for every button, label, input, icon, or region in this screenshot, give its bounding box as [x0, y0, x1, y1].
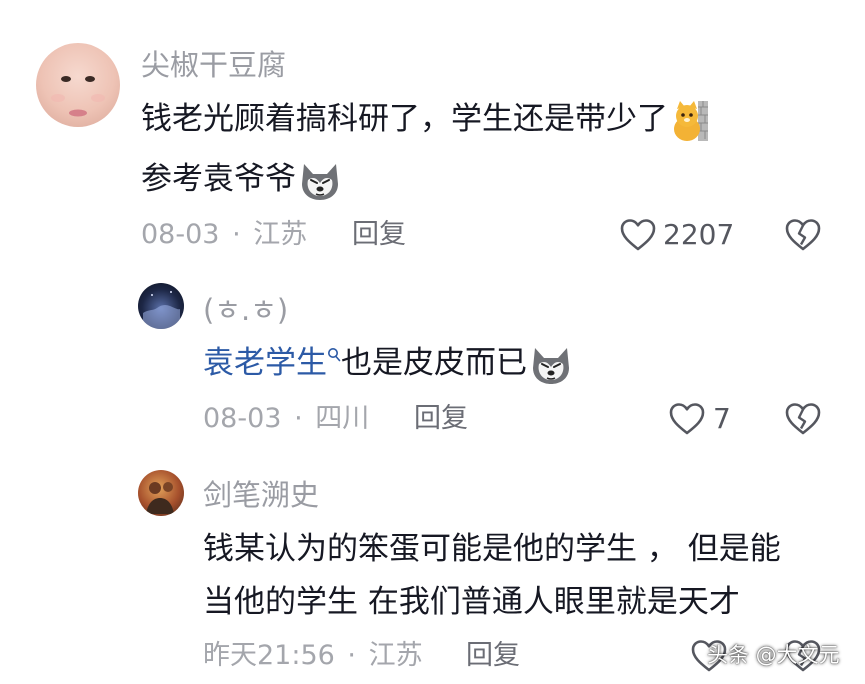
comment-text-line-1: 钱某认为的笨蛋可能是他的学生 ， 但是能	[203, 531, 781, 567]
like-count: 2207	[663, 218, 735, 251]
comment-text: 也是皮皮而已	[341, 345, 527, 381]
comment-meta: 08-03 · 江苏	[141, 218, 307, 252]
comment-1: 尖椒干豆腐 钱老光顾着搞科研了，学生还是带少了 参考袁爷爷 08-03 · 江苏…	[0, 0, 865, 270]
meta-separator: ·	[347, 640, 356, 671]
reply-button[interactable]: 回复	[352, 218, 406, 252]
comment-text-line-2: 当他的学生 在我们普通人眼里就是天才	[203, 584, 740, 620]
heart-icon	[620, 219, 656, 251]
mention-link[interactable]: 袁老学生	[203, 345, 327, 381]
child-face-icon	[51, 76, 105, 117]
comment-location: 江苏	[253, 219, 308, 250]
historical-figures-icon	[146, 482, 174, 514]
comment-text-line-1: 钱老光顾着搞科研了，学生还是带少了	[141, 91, 710, 147]
username[interactable]: 尖椒干豆腐	[141, 47, 286, 83]
comment-meta: 08-03 · 四川	[203, 402, 369, 436]
avatar[interactable]	[138, 283, 184, 329]
username[interactable]: (ㅎ.ㅎ)	[203, 292, 288, 328]
comment-text: 钱老光顾着搞科研了，学生还是带少了	[141, 101, 668, 137]
meta-separator: ·	[294, 403, 303, 434]
comment-location: 四川	[315, 403, 370, 434]
avatar[interactable]	[36, 43, 120, 127]
comment-date: 08-03	[141, 219, 220, 250]
night-sky-icon	[143, 291, 180, 329]
reply-button[interactable]: 回复	[414, 402, 468, 436]
comment-date: 昨天21:56	[203, 640, 335, 671]
search-icon[interactable]	[327, 347, 341, 363]
dislike-broken-heart-icon[interactable]	[784, 217, 822, 253]
comment-location: 江苏	[368, 640, 423, 671]
avatar[interactable]	[138, 470, 184, 516]
comment-text: 参考袁爷爷	[141, 161, 296, 197]
comment-meta: 昨天21:56 · 江苏	[203, 639, 423, 673]
husky-emoji-icon	[529, 344, 573, 386]
husky-emoji-icon	[298, 160, 342, 202]
dislike-broken-heart-icon[interactable]	[784, 401, 822, 437]
watermark: 头条 @大文元	[707, 643, 840, 667]
reply-comment-1: (ㅎ.ㅎ) 袁老学生 也是皮皮而已 08-03 · 四川 回复 7	[0, 270, 865, 450]
meta-separator: ·	[232, 219, 241, 250]
heart-icon	[669, 403, 705, 435]
comment-text-line-2: 参考袁爷爷	[141, 151, 342, 207]
cat-doll-emoji-icon	[670, 99, 710, 143]
username[interactable]: 剑笔溯史	[203, 477, 319, 513]
comment-text-line-1: 袁老学生 也是皮皮而已	[203, 335, 573, 391]
reply-button[interactable]: 回复	[466, 639, 520, 673]
like-count: 7	[713, 402, 731, 435]
comment-date: 08-03	[203, 403, 282, 434]
